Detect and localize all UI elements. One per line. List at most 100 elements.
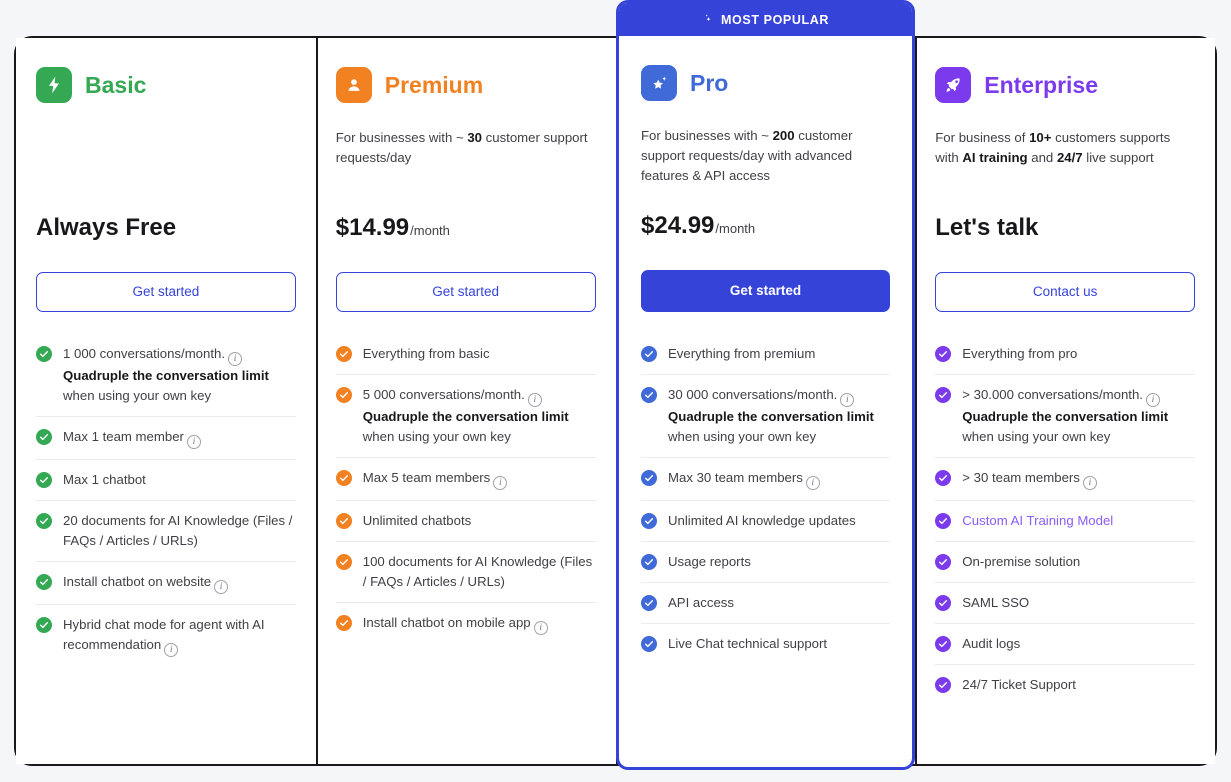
feature-text: Live Chat technical support [668,636,828,651]
check-icon [935,513,952,529]
feature-item: Everything from premium [641,334,890,375]
feature-item: Live Chat technical support [641,624,890,664]
feature-item: Unlimited chatbots [335,501,596,542]
feature-item: Max 1 chatbot [36,460,296,501]
feature-item: 24/7 Ticket Support [935,665,1195,705]
plan-header: Basic [36,64,296,106]
check-icon [641,554,657,570]
info-icon[interactable]: i [1082,476,1097,490]
check-icon [36,513,52,529]
check-icon [36,617,52,633]
feature-item: 30 000 conversations/month. i Quadruple th… [641,375,890,458]
info-icon[interactable]: i [186,435,201,449]
info-icon[interactable]: i [228,352,243,366]
feature-item: API access [641,583,890,624]
feature-text: 20 documents for AI Knowledge (Files / F… [63,513,293,548]
info-icon[interactable]: i [805,476,820,490]
feature-item: Custom AI Training Model [935,501,1195,542]
feature-text: Custom AI Training Model [962,513,1114,528]
premium-cta-button[interactable]: Get started [335,272,596,312]
check-icon [641,346,657,362]
feature-list: Everything from pro > 30.000 conversation… [935,334,1195,705]
check-icon [36,574,52,590]
check-icon [935,636,952,652]
feature-text: Unlimited AI knowledge updates [668,513,856,528]
feature-text: 100 documents for AI Knowledge (Files / … [362,554,593,589]
check-icon [641,595,657,611]
check-icon [935,595,952,611]
info-icon[interactable]: i [840,393,855,407]
star-sparkle-icon [641,65,677,101]
plan-name: Enterprise [984,71,1099,98]
plan-card-basic: Basic Always Free Get started 1 000 convers… [16,38,316,764]
feature-item: 1 000 conversations/month. i Quadruple the… [36,334,296,417]
user-badge-icon [335,67,372,103]
enterprise-cta-button[interactable]: Contact us [935,272,1195,312]
feature-item: Hybrid chat mode for agent with AI recom… [36,605,296,667]
plan-name: Premium [384,71,484,98]
basic-cta-button[interactable]: Get started [36,272,296,312]
feature-item: Install chatbot on website i [36,562,296,605]
plan-name: Pro [690,69,729,96]
feature-item: Everything from pro [935,334,1195,375]
lightning-bolt-icon [36,67,72,103]
feature-text: Max 30 team members i [668,468,820,490]
feature-item: Unlimited AI knowledge updates [641,501,890,542]
info-icon[interactable]: i [164,643,179,657]
plan-price: Let's talk [935,214,1195,254]
feature-item: On-premise solution [935,542,1195,583]
pro-cta-button[interactable]: Get started [641,270,890,312]
feature-item: Everything from basic [335,334,596,375]
feature-list: 1 000 conversations/month. i Quadruple the… [36,334,296,667]
feature-item: > 30.000 conversations/month. i Quadruple … [935,375,1195,458]
info-icon[interactable]: i [1145,393,1160,407]
info-icon[interactable]: i [214,580,229,594]
feature-text: Everything from pro [962,346,1078,361]
plan-header: Premium [335,64,596,106]
plan-description: For business of 10+ customers supports w… [935,130,1171,165]
feature-text: 1 000 conversations/month. i Quadruple the… [63,346,269,403]
plan-description [36,128,296,188]
check-icon [641,513,657,529]
check-icon [335,615,352,631]
check-icon [935,554,952,570]
check-icon [641,636,657,652]
feature-text: > 30 team members i [962,468,1097,490]
check-icon [335,470,352,486]
check-icon [935,677,952,693]
check-icon [335,513,352,529]
plan-price-value: $14.99 [335,214,410,241]
info-icon[interactable]: i [493,476,508,490]
feature-text: Usage reports [668,554,751,569]
feature-text: Max 1 chatbot [63,472,146,487]
most-popular-label: MOST POPULAR [721,12,829,27]
feature-text: API access [668,595,734,610]
plan-price-period: /month [715,221,756,236]
feature-item: Install chatbot on mobile app i [335,603,596,645]
plan-price: Always Free [36,214,296,254]
plan-price: $24.99/month [641,212,890,252]
feature-item: SAML SSO [935,583,1195,624]
plan-price-value: Let's talk [935,214,1039,241]
feature-text: Hybrid chat mode for agent with AI recom… [63,617,265,657]
feature-text: 30 000 conversations/month. i Quadruple th… [668,387,874,444]
feature-item: 100 documents for AI Knowledge (Files / … [335,542,596,603]
feature-list: Everything from basic 5 000 conversations… [335,334,596,645]
plan-card-pro: MOST POPULAR Pro For businesses with ~ 200… [616,0,915,770]
plan-header: Enterprise [935,64,1195,106]
rocket-icon [935,67,972,103]
info-icon[interactable]: i [533,621,548,635]
info-icon[interactable]: i [527,393,542,407]
feature-list: Everything from premium 30 000 conversati… [641,334,890,664]
feature-text: Everything from basic [362,346,490,361]
plan-price-value: $24.99 [641,212,715,239]
plan-price-period: /month [410,223,450,238]
plan-description: For businesses with ~ 200 customer suppo… [641,128,853,183]
check-icon [36,346,52,362]
feature-text: Audit logs [962,636,1021,651]
pricing-page: Basic Always Free Get started 1 000 convers… [0,0,1231,782]
feature-text: Install chatbot on website i [63,572,229,594]
plan-price-value: Always Free [36,214,177,241]
feature-text: Everything from premium [668,346,816,361]
feature-item: 20 documents for AI Knowledge (Files / F… [36,501,296,562]
